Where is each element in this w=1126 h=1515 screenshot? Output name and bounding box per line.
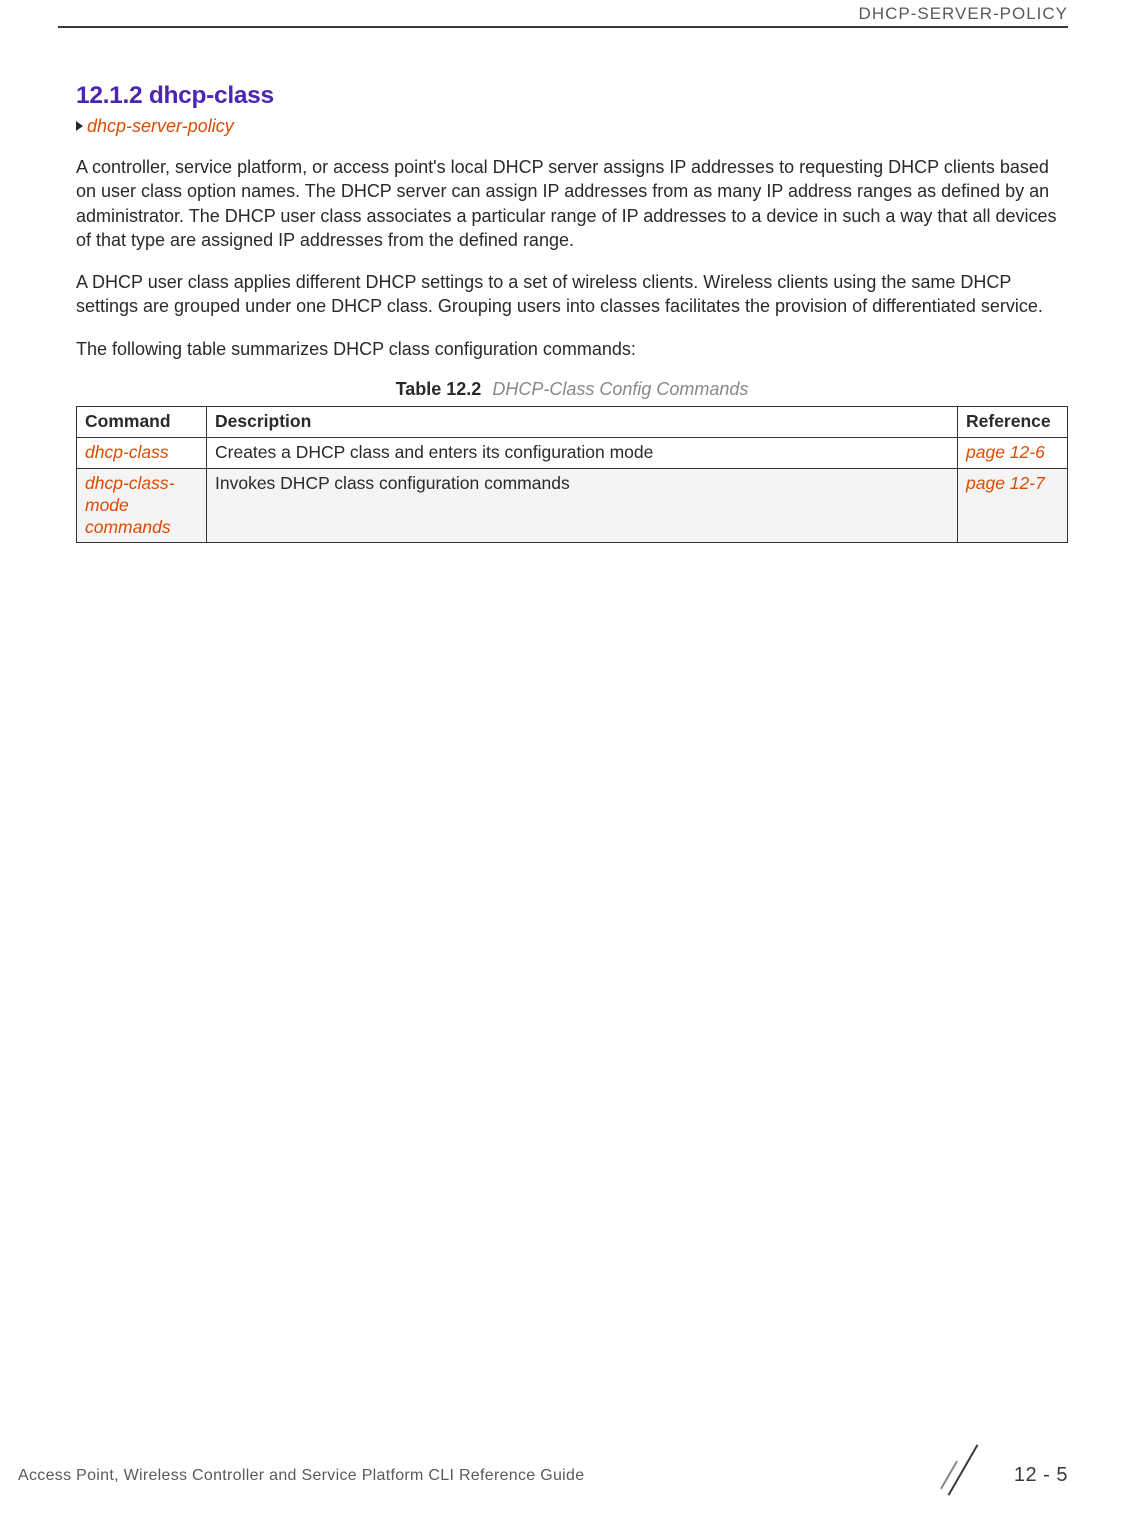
footer-slash-icon bbox=[938, 1445, 988, 1495]
section-number: 12.1.2 bbox=[76, 82, 142, 109]
col-header-command: Command bbox=[77, 407, 207, 438]
table-header-row: Command Description Reference bbox=[77, 407, 1068, 438]
command-description: Invokes DHCP class configuration command… bbox=[207, 468, 958, 543]
table-row: dhcp-class-mode commands Invokes DHCP cl… bbox=[77, 468, 1068, 543]
table-caption-text: DHCP-Class Config Commands bbox=[492, 379, 748, 399]
running-header: DHCP-SERVER-POLICY bbox=[859, 4, 1068, 24]
section-heading: 12.1.2 dhcp-class bbox=[76, 82, 1068, 110]
table-caption-label: Table 12.2 bbox=[396, 379, 482, 399]
command-link[interactable]: dhcp-class bbox=[77, 437, 207, 468]
page-footer: Access Point, Wireless Controller and Se… bbox=[18, 1453, 1068, 1493]
page-number: 12 - 5 bbox=[1014, 1464, 1068, 1487]
reference-link[interactable]: page 12-6 bbox=[958, 437, 1068, 468]
table-row: dhcp-class Creates a DHCP class and ente… bbox=[77, 437, 1068, 468]
command-link[interactable]: dhcp-class-mode commands bbox=[77, 468, 207, 543]
content-area: 12.1.2 dhcp-class dhcp-server-policy A c… bbox=[76, 82, 1068, 543]
table-caption: Table 12.2 DHCP-Class Config Commands bbox=[76, 379, 1068, 400]
breadcrumb-link[interactable]: dhcp-server-policy bbox=[87, 116, 234, 136]
page: DHCP-SERVER-POLICY 12.1.2 dhcp-class dhc… bbox=[0, 0, 1126, 1515]
header-rule bbox=[58, 26, 1068, 28]
command-description: Creates a DHCP class and enters its conf… bbox=[207, 437, 958, 468]
col-header-reference: Reference bbox=[958, 407, 1068, 438]
commands-table: Command Description Reference dhcp-class… bbox=[76, 406, 1068, 543]
col-header-description: Description bbox=[207, 407, 958, 438]
section-title-text: dhcp-class bbox=[149, 82, 274, 109]
paragraph: The following table summarizes DHCP clas… bbox=[76, 337, 1068, 361]
paragraph: A controller, service platform, or acces… bbox=[76, 155, 1068, 252]
breadcrumb: dhcp-server-policy bbox=[76, 116, 1068, 137]
footer-guide-title: Access Point, Wireless Controller and Se… bbox=[18, 1467, 584, 1485]
paragraph: A DHCP user class applies different DHCP… bbox=[76, 270, 1068, 319]
reference-link[interactable]: page 12-7 bbox=[958, 468, 1068, 543]
caret-right-icon bbox=[76, 121, 83, 131]
